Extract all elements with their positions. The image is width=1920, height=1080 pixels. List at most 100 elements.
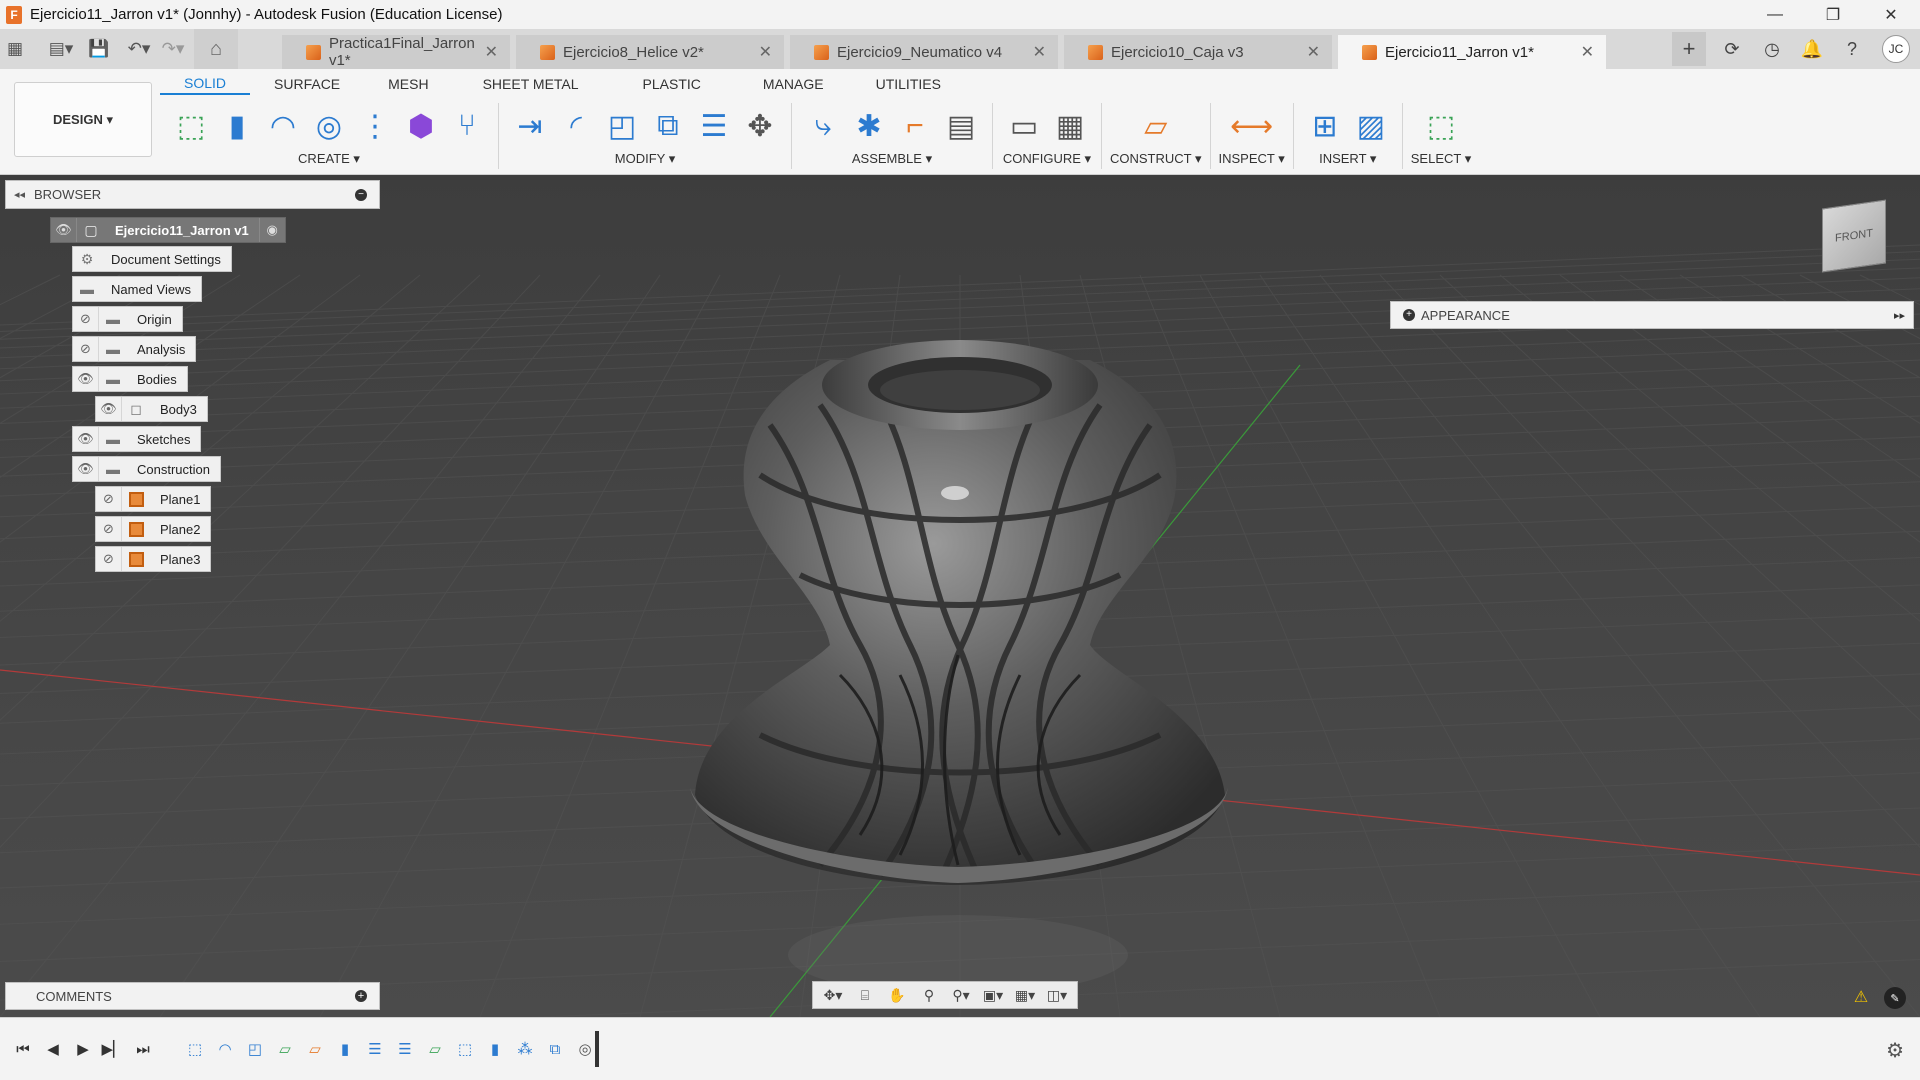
measure-icon[interactable]: ⟷ — [1229, 104, 1275, 148]
browser-item-plane2[interactable]: ⊘ Plane2 — [95, 516, 212, 542]
timeline-settings-gear-icon[interactable]: ⚙ — [1886, 1038, 1904, 1063]
joint-icon[interactable]: ✱ — [846, 104, 892, 148]
activate-radio-icon[interactable]: ◉ — [258, 218, 285, 242]
browser-item-construction[interactable]: 👁 ▬ Construction — [72, 456, 221, 482]
configure-sheet-icon[interactable]: ▦ — [1047, 104, 1093, 148]
browser-panel-header[interactable]: ◂◂ BROWSER − — [5, 180, 380, 209]
assemble-menu[interactable]: ASSEMBLE ▾ — [852, 151, 932, 167]
insert-derive-icon[interactable]: ⊞ — [1302, 104, 1348, 148]
close-tab-icon[interactable]: ✕ — [759, 42, 772, 62]
timeline-shell-icon[interactable]: ◰ — [240, 1036, 270, 1062]
grid-settings-icon[interactable]: ▦▾ — [1009, 983, 1041, 1007]
play-icon[interactable]: ▶ — [68, 1036, 98, 1062]
notifications-bell-icon[interactable]: 🔔 — [1792, 29, 1832, 69]
timeline-marker[interactable] — [595, 1031, 599, 1067]
timeline-offset-icon[interactable]: ☰ — [390, 1036, 420, 1062]
tab-surface[interactable]: SURFACE — [250, 73, 364, 95]
browser-item-plane3[interactable]: ⊘ Plane3 — [95, 546, 212, 572]
viewcube[interactable]: FRONT — [1822, 199, 1886, 273]
hidden-eye-icon[interactable]: ⊘ — [96, 487, 122, 511]
timeline-plane-icon[interactable]: ▱ — [300, 1036, 330, 1062]
save-icon[interactable]: 💾 — [84, 34, 114, 64]
browser-item-analysis[interactable]: ⊘ ▬ Analysis — [72, 336, 197, 362]
as-built-joint-icon[interactable]: ⌐ — [892, 104, 938, 148]
extensions-icon[interactable]: ⟳ — [1712, 29, 1752, 69]
timeline-plane-icon[interactable]: ▱ — [420, 1036, 450, 1062]
create-menu[interactable]: CREATE ▾ — [298, 151, 360, 167]
visibility-eye-icon[interactable]: 👁 — [73, 457, 99, 481]
home-icon[interactable]: ⌂ — [194, 29, 238, 69]
help-icon[interactable]: ? — [1832, 29, 1872, 69]
tab-sheet-metal[interactable]: SHEET METAL — [453, 73, 609, 95]
hidden-eye-icon[interactable]: ⊘ — [96, 547, 122, 571]
file-menu-icon[interactable]: ▤▾ — [46, 34, 76, 64]
pattern-icon[interactable]: ⋮ — [352, 104, 398, 148]
zoom-icon[interactable]: ⚲ — [913, 983, 945, 1007]
visibility-eye-icon[interactable]: 👁 — [96, 397, 122, 421]
revolve-icon[interactable]: ◠ — [260, 104, 306, 148]
data-panel-grid-icon[interactable]: ▦ — [0, 34, 30, 64]
combine-icon[interactable]: ⧉ — [645, 104, 691, 148]
browser-item-bodies[interactable]: 👁 ▬ Bodies — [72, 366, 188, 392]
close-tab-icon[interactable]: ✕ — [1307, 42, 1320, 62]
move-copy-icon[interactable]: ✥ — [737, 104, 783, 148]
display-settings-icon[interactable]: ▣▾ — [977, 983, 1009, 1007]
appearance-panel-header[interactable]: + APPEARANCE ▸▸ — [1390, 301, 1914, 329]
redo-icon[interactable]: ↷▾ — [158, 34, 188, 64]
select-menu[interactable]: SELECT ▾ — [1411, 151, 1471, 167]
inspect-menu[interactable]: INSPECT ▾ — [1219, 151, 1285, 167]
joint-origin-icon[interactable]: ▤ — [938, 104, 984, 148]
new-tab-icon[interactable]: + — [1672, 32, 1706, 66]
timeline-revolve-icon[interactable]: ◠ — [210, 1036, 240, 1062]
timeline-plane-icon[interactable]: ▱ — [270, 1036, 300, 1062]
tab-plastic[interactable]: PLASTIC — [609, 73, 735, 95]
job-status-icon[interactable]: ◷ — [1752, 29, 1792, 69]
visibility-eye-icon[interactable]: 👁 — [73, 367, 99, 391]
browser-root-row[interactable]: 👁 ▢ Ejercicio11_Jarron v1 ◉ — [50, 217, 286, 243]
hole-icon[interactable]: ◎ — [306, 104, 352, 148]
configure-table-icon[interactable]: ▭ — [1001, 104, 1047, 148]
insert-image-icon[interactable]: ▨ — [1348, 104, 1394, 148]
orbit-icon[interactable]: ✥▾ — [817, 983, 849, 1007]
timeline-offset-icon[interactable]: ☰ — [360, 1036, 390, 1062]
new-component-icon[interactable]: ⤷ — [800, 104, 846, 148]
pan-hand-icon[interactable]: ✋ — [881, 983, 913, 1007]
browser-item-body3[interactable]: 👁 ◻ Body3 — [95, 396, 208, 422]
visibility-eye-icon[interactable]: 👁 — [73, 427, 99, 451]
warning-icon[interactable]: ⚠ — [1851, 988, 1871, 1006]
timeline-sketch-icon[interactable]: ⬚ — [180, 1036, 210, 1062]
shell-icon[interactable]: ◰ — [599, 104, 645, 148]
timeline-sketch-icon[interactable]: ⬚ — [450, 1036, 480, 1062]
browser-root-node[interactable]: 👁 ▢ Ejercicio11_Jarron v1 ◉ — [50, 217, 286, 243]
timeline-pattern-icon[interactable]: ⁂ — [510, 1036, 540, 1062]
derive-icon[interactable]: ⑂ — [444, 104, 490, 148]
fit-zoom-icon[interactable]: ⚲▾ — [945, 983, 977, 1007]
timeline-extrude-icon[interactable]: ▮ — [330, 1036, 360, 1062]
go-to-end-icon[interactable]: ⏭ — [128, 1036, 158, 1062]
look-at-icon[interactable]: ⌸ — [849, 983, 881, 1007]
browser-item-plane1[interactable]: ⊘ Plane1 — [95, 486, 212, 512]
tab-manage[interactable]: MANAGE — [735, 73, 852, 95]
browser-item-sketches[interactable]: 👁 ▬ Sketches — [72, 426, 202, 452]
step-forward-icon[interactable]: ▶▏ — [98, 1036, 128, 1062]
modify-menu[interactable]: MODIFY ▾ — [615, 151, 675, 167]
close-tab-icon[interactable]: ✕ — [1033, 42, 1046, 62]
hidden-eye-icon[interactable]: ⊘ — [96, 517, 122, 541]
fillet-icon[interactable]: ◜ — [553, 104, 599, 148]
create-sketch-icon[interactable]: ⬚ — [168, 104, 214, 148]
hidden-eye-icon[interactable]: ⊘ — [73, 337, 99, 361]
browser-item-document-settings[interactable]: ⚙ Document Settings — [72, 246, 232, 272]
doc-tab-ejercicio10[interactable]: Ejercicio10_Caja v3 ✕ — [1064, 35, 1332, 69]
expand-panel-icon[interactable]: ▸▸ — [1894, 309, 1905, 322]
form-icon[interactable]: ⬢ — [398, 104, 444, 148]
visibility-eye-icon[interactable]: 👁 — [51, 218, 77, 242]
browser-item-named-views[interactable]: ▬ Named Views — [72, 276, 202, 302]
close-icon[interactable]: ✕ — [1862, 0, 1920, 29]
collapse-browser-icon[interactable]: ◂◂ — [14, 188, 34, 201]
configure-menu[interactable]: CONFIGURE ▾ — [1003, 151, 1091, 167]
timeline-combine-icon[interactable]: ⧉ — [540, 1036, 570, 1062]
tab-utilities[interactable]: UTILITIES — [852, 73, 965, 95]
timeline-body-icon[interactable]: ▮ — [480, 1036, 510, 1062]
browser-item-origin[interactable]: ⊘ ▬ Origin — [72, 306, 183, 332]
workspace-switcher-button[interactable]: DESIGN ▾ — [14, 82, 152, 157]
